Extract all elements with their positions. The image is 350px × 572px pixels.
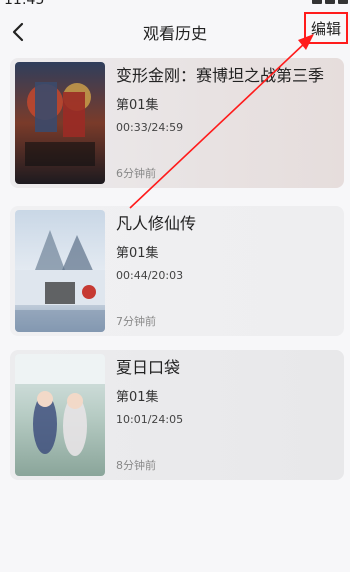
status-time: 11:45 [4,0,45,8]
history-item[interactable]: 变形金刚：赛博坦之战第三季 第01集 00:33/24:59 6分钟前 [10,58,344,188]
poster-image [15,210,105,332]
chevron-left-icon [12,22,24,42]
poster-image [15,354,105,476]
status-icons [312,0,348,4]
episode-label: 第01集 [116,246,159,261]
show-title: 变形金刚：赛博坦之战第三季 [116,66,325,85]
history-info: 夏日口袋 第01集 10:01/24:05 8分钟前 [116,350,338,480]
poster-image [15,62,105,184]
signal-icon [325,0,335,4]
show-title: 凡人修仙传 [116,214,197,233]
watched-time-ago: 6分钟前 [116,167,156,180]
history-item[interactable]: 夏日口袋 第01集 10:01/24:05 8分钟前 [10,350,344,480]
edit-button[interactable]: 编辑 [304,12,348,44]
watch-progress: 00:44/20:03 [116,269,184,282]
watch-progress: 00:33/24:59 [116,121,184,134]
history-item[interactable]: 凡人修仙传 第01集 00:44/20:03 7分钟前 [10,206,344,336]
header: 观看历史 编辑 [0,10,350,54]
watch-progress: 10:01/24:05 [116,413,184,426]
history-info: 凡人修仙传 第01集 00:44/20:03 7分钟前 [116,206,338,336]
wifi-icon [312,0,322,4]
watched-time-ago: 8分钟前 [116,459,156,472]
page-title: 观看历史 [142,24,207,43]
episode-label: 第01集 [116,98,159,113]
back-button[interactable] [8,18,32,46]
episode-label: 第01集 [116,390,159,405]
history-info: 变形金刚：赛博坦之战第三季 第01集 00:33/24:59 6分钟前 [116,58,338,188]
show-title: 夏日口袋 [116,358,181,377]
battery-icon [338,0,348,4]
status-bar: 11:45 [0,0,350,10]
watched-time-ago: 7分钟前 [116,315,156,328]
